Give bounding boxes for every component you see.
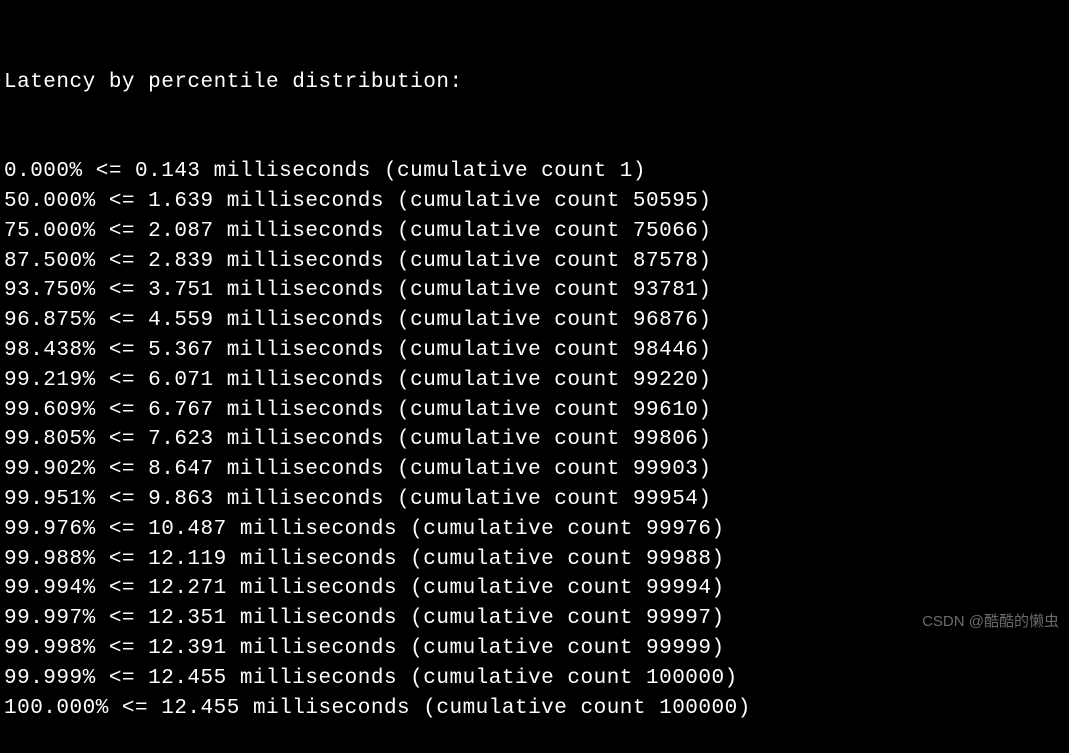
percentile-rows: 0.000% <= 0.143 milliseconds (cumulative… [4, 157, 1065, 723]
percentile-row: 99.998% <= 12.391 milliseconds (cumulati… [4, 634, 1065, 664]
percentile-row: 99.994% <= 12.271 milliseconds (cumulati… [4, 574, 1065, 604]
percentile-row: 100.000% <= 12.455 milliseconds (cumulat… [4, 694, 1065, 724]
percentile-row: 50.000% <= 1.639 milliseconds (cumulativ… [4, 187, 1065, 217]
percentile-row: 99.976% <= 10.487 milliseconds (cumulati… [4, 515, 1065, 545]
percentile-row: 96.875% <= 4.559 milliseconds (cumulativ… [4, 306, 1065, 336]
percentile-row: 87.500% <= 2.839 milliseconds (cumulativ… [4, 247, 1065, 277]
percentile-row: 99.988% <= 12.119 milliseconds (cumulati… [4, 545, 1065, 575]
percentile-row: 99.999% <= 12.455 milliseconds (cumulati… [4, 664, 1065, 694]
percentile-row: 99.805% <= 7.623 milliseconds (cumulativ… [4, 425, 1065, 455]
percentile-row: 99.951% <= 9.863 milliseconds (cumulativ… [4, 485, 1065, 515]
percentile-row: 99.902% <= 8.647 milliseconds (cumulativ… [4, 455, 1065, 485]
watermark-text: CSDN @酷酷的懒虫 [922, 610, 1059, 631]
header-line: Latency by percentile distribution: [4, 68, 1065, 98]
percentile-row: 93.750% <= 3.751 milliseconds (cumulativ… [4, 276, 1065, 306]
percentile-row: 75.000% <= 2.087 milliseconds (cumulativ… [4, 217, 1065, 247]
percentile-row: 99.609% <= 6.767 milliseconds (cumulativ… [4, 396, 1065, 426]
percentile-row: 0.000% <= 0.143 milliseconds (cumulative… [4, 157, 1065, 187]
percentile-row: 98.438% <= 5.367 milliseconds (cumulativ… [4, 336, 1065, 366]
percentile-row: 99.997% <= 12.351 milliseconds (cumulati… [4, 604, 1065, 634]
percentile-row: 99.219% <= 6.071 milliseconds (cumulativ… [4, 366, 1065, 396]
terminal-output: Latency by percentile distribution: 0.00… [4, 8, 1065, 753]
